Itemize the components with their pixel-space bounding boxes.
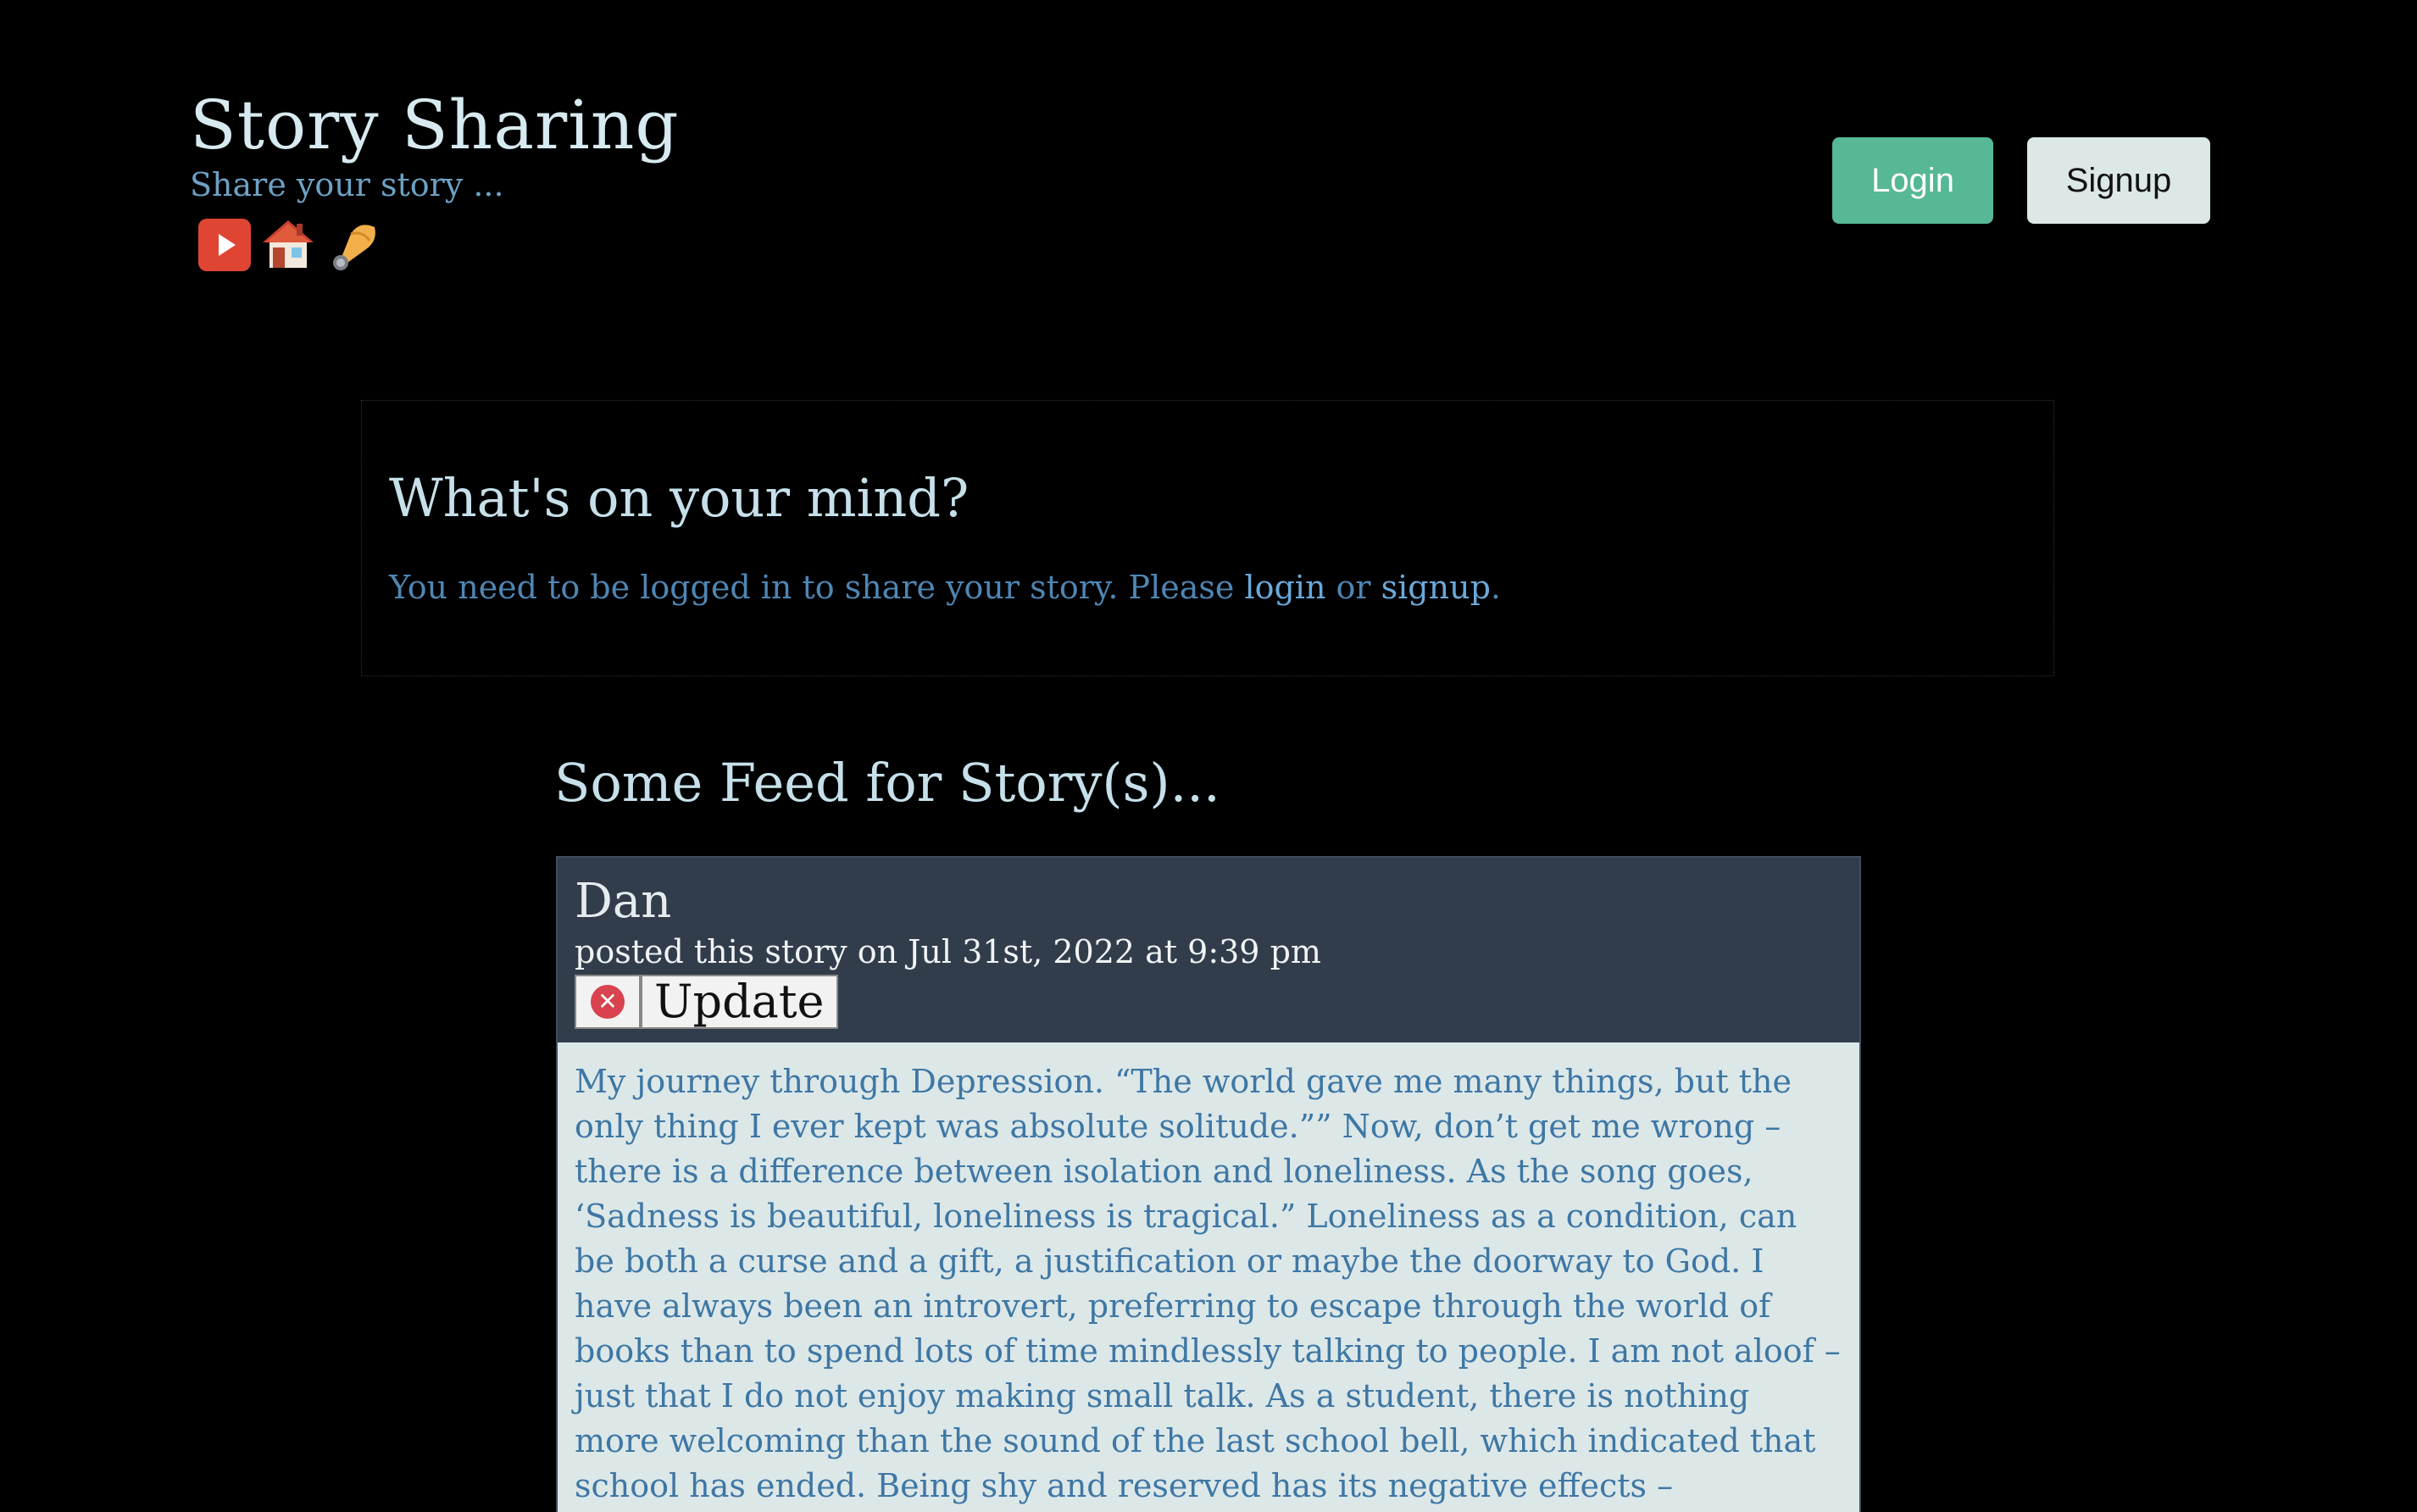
story-header: Dan posted this story on Jul 31st, 2022 … xyxy=(558,858,1859,1042)
house-icon[interactable] xyxy=(259,215,317,273)
site-tagline: Share your story ... xyxy=(190,166,504,203)
message-prefix: You need to be logged in to share your s… xyxy=(389,569,1245,606)
compose-panel: What's on your mind? You need to be logg… xyxy=(361,400,2054,676)
youtube-play-icon[interactable] xyxy=(198,219,251,271)
login-button[interactable]: Login xyxy=(1832,137,1993,224)
site-title: Story Sharing xyxy=(190,86,680,164)
signup-link[interactable]: signup xyxy=(1381,569,1491,606)
story-timestamp: posted this story on Jul 31st, 2022 at 9… xyxy=(575,933,1321,970)
message-or: or xyxy=(1325,569,1381,606)
signup-button[interactable]: Signup xyxy=(2027,137,2210,224)
delete-story-button[interactable]: ✕ xyxy=(575,975,641,1029)
header-icon-row xyxy=(198,215,680,273)
writing-hand-icon[interactable] xyxy=(325,215,383,273)
auth-buttons: Login Signup xyxy=(1832,137,2210,224)
close-circle-icon: ✕ xyxy=(591,985,625,1019)
story-actions: ✕ Update xyxy=(575,975,1842,1029)
update-story-button[interactable]: Update xyxy=(641,975,838,1029)
site-header: Story Sharing Share your story ... xyxy=(190,85,680,273)
compose-title: What's on your mind? xyxy=(389,467,970,529)
login-link[interactable]: login xyxy=(1244,569,1325,606)
story-body: My journey through Depression. “The worl… xyxy=(558,1042,1859,1512)
message-suffix: . xyxy=(1490,569,1501,606)
story-author[interactable]: Dan xyxy=(575,875,1842,929)
login-required-message: You need to be logged in to share your s… xyxy=(389,567,2026,608)
story-card: Dan posted this story on Jul 31st, 2022 … xyxy=(556,856,1861,1512)
feed-title: Some Feed for Story(s)... xyxy=(554,752,1220,814)
